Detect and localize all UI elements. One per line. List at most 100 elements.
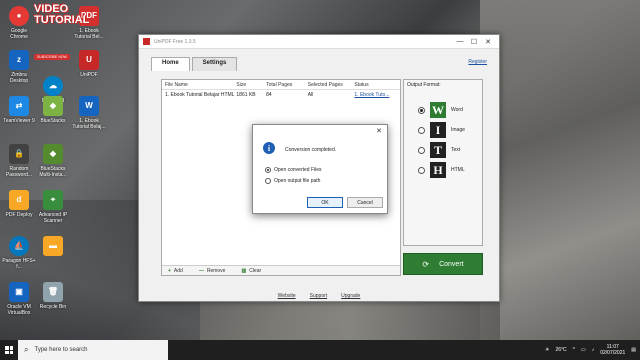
search-placeholder: Type here to search [34, 347, 88, 353]
format-option-image[interactable]: I Image [418, 120, 482, 140]
tray-expand-icon[interactable]: ^ [573, 347, 575, 353]
desktop-icon-password[interactable]: 🔒 Random Password... [2, 144, 36, 178]
volume-icon[interactable]: ♪ [592, 347, 595, 353]
minimize-button[interactable]: — [453, 38, 467, 45]
website-link[interactable]: Website [278, 293, 296, 299]
cell-size: 1861 KB [236, 91, 256, 98]
upgrade-link[interactable]: Upgrade [341, 293, 360, 299]
output-format-panel: Output Format: W Word I Image T Text H H… [403, 79, 483, 246]
maximize-button[interactable]: ☐ [467, 38, 481, 46]
teamviewer-icon: ⇄ [9, 96, 29, 116]
radio-word[interactable] [418, 106, 425, 114]
scanner-icon: ⌖ [43, 190, 63, 210]
bottom-links: Website Support Upgrade [139, 293, 499, 299]
folder-icon: ▬ [43, 236, 63, 256]
image-format-icon: I [430, 122, 446, 138]
word-file-icon: W [79, 96, 99, 116]
desktop-icon-zimbra[interactable]: z Zimbra Desktop [2, 50, 36, 84]
format-option-html[interactable]: H HTML [418, 160, 482, 180]
desktop-icon-pdf-deploy[interactable]: d PDF Deploy [2, 190, 36, 218]
start-button[interactable] [0, 340, 18, 360]
table-row[interactable]: 1. Ebook Tutorial Belajar HTML 1861 KB 8… [162, 90, 400, 99]
wallpaper-rock [200, 300, 500, 340]
radio-html[interactable] [418, 166, 425, 174]
cell-file-name: 1. Ebook Tutorial Belajar HTML [165, 91, 235, 98]
remove-button[interactable]: — Remove [199, 268, 226, 274]
desktop-icon-paragon[interactable]: ⛵ Paragon HFS+ f... [2, 236, 36, 270]
radio-text[interactable] [418, 146, 425, 154]
support-link[interactable]: Support [310, 293, 328, 299]
wallpaper-rock [480, 0, 640, 340]
conversion-dialog: ✕ i Conversion completed. Open converted… [252, 124, 388, 214]
radio-open-path[interactable] [265, 178, 271, 184]
desktop-icon-virtualbox[interactable]: ▣ Oracle VM VirtualBox [2, 282, 36, 316]
zimbra-icon: z [9, 50, 29, 70]
desktop-icon-ebook-word[interactable]: W 1. Ebook Tutorial Belaj... [72, 96, 106, 130]
bluestacks-multi-icon: ◆ [43, 144, 63, 164]
info-icon: i [263, 142, 275, 154]
add-button[interactable]: + Add [168, 268, 183, 274]
subscribe-badge: SUBSCRIBE NOW [34, 54, 70, 60]
clear-button[interactable]: ▥ Clear [241, 268, 261, 274]
tab-settings[interactable]: Settings [191, 57, 238, 71]
desktop-icon-bluestacks[interactable]: ◆ BlueStacks [36, 96, 70, 124]
taskbar-search[interactable]: ⌕ Type here to search [18, 340, 168, 360]
html-format-icon: H [430, 162, 446, 178]
cloud-icon: ☁ [43, 76, 63, 96]
network-icon[interactable]: ▭ [581, 347, 586, 353]
dialog-message: Conversion completed. [285, 147, 337, 153]
desktop-icon-recycle-bin[interactable]: 🗑 Recycle Bin [36, 282, 70, 310]
pdf-deploy-icon: d [9, 190, 29, 210]
chrome-icon: ● [9, 6, 29, 26]
word-format-icon: W [430, 102, 446, 118]
dialog-close-button[interactable]: ✕ [376, 127, 382, 135]
paragon-icon: ⛵ [9, 236, 29, 256]
notification-icon[interactable]: ▤ [631, 347, 636, 353]
column-header-total-pages[interactable]: Total Pages [266, 82, 308, 88]
windows-logo-icon [5, 346, 13, 354]
desktop-icon-ip-scanner[interactable]: ⌖ Advanced IP Scanner [36, 190, 70, 224]
tab-bar: Home Settings [151, 57, 239, 71]
trash-icon: ▥ [241, 267, 247, 274]
recycle-bin-icon: 🗑 [43, 282, 63, 302]
window-title: UniPDF Free 1.3.5 [154, 38, 196, 45]
refresh-icon: ⟳ [422, 259, 430, 269]
cancel-button[interactable]: Cancel [347, 197, 383, 208]
text-format-icon: T [430, 142, 446, 158]
column-header-size[interactable]: Size [236, 82, 266, 88]
search-icon: ⌕ [24, 345, 29, 354]
minus-icon: — [198, 267, 204, 274]
temperature[interactable]: 26°C [555, 347, 566, 353]
format-option-text[interactable]: T Text [418, 140, 482, 160]
clock[interactable]: 11:07 02/07/2021 [600, 344, 625, 356]
ok-button[interactable]: OK [307, 197, 343, 208]
desktop-icon-bluestacks-multi[interactable]: ◆ BlueStacks Multi-Insta... [36, 144, 70, 178]
cell-selected-pages[interactable]: All [308, 92, 355, 98]
close-button[interactable]: ✕ [481, 38, 495, 46]
output-format-label: Output Format: [407, 82, 441, 88]
register-link[interactable]: Register [468, 59, 487, 65]
table-footer: + Add — Remove ▥ Clear [162, 265, 400, 275]
plus-icon: + [168, 267, 171, 274]
option-open-path[interactable]: Open output file path [265, 178, 320, 184]
desktop-icon-folder[interactable]: ▬ [36, 236, 70, 258]
radio-open-files[interactable] [265, 167, 271, 173]
bluestacks-icon: ◆ [43, 96, 63, 116]
convert-button[interactable]: ⟳ Convert [403, 253, 483, 275]
format-option-word[interactable]: W Word [418, 100, 482, 120]
cell-total-pages: 84 [266, 91, 272, 98]
desktop-icon-chrome[interactable]: ● Google Chrome [2, 6, 36, 40]
column-header-file-name[interactable]: File Name [162, 82, 236, 88]
system-tray: ☀ 26°C ^ ▭ ♪ 11:07 02/07/2021 ▤ [545, 344, 640, 356]
title-bar[interactable]: UniPDF Free 1.3.5 — ☐ ✕ [139, 35, 499, 49]
channel-watermark: VIDEO TUTORIAL [34, 3, 90, 26]
desktop-icon-unipdf[interactable]: U UniPDF [72, 50, 106, 78]
tab-home[interactable]: Home [151, 57, 190, 71]
desktop-icon-teamviewer[interactable]: ⇄ TeamViewer 9 [2, 96, 36, 124]
option-open-files[interactable]: Open converted Files [265, 167, 322, 173]
radio-image[interactable] [418, 126, 425, 134]
cell-status-link[interactable]: 1. Ebook Tuto... [354, 92, 400, 98]
column-header-status[interactable]: Status [354, 82, 400, 88]
lock-icon: 🔒 [9, 144, 29, 164]
column-header-selected-pages[interactable]: Selected Pages [308, 82, 355, 88]
